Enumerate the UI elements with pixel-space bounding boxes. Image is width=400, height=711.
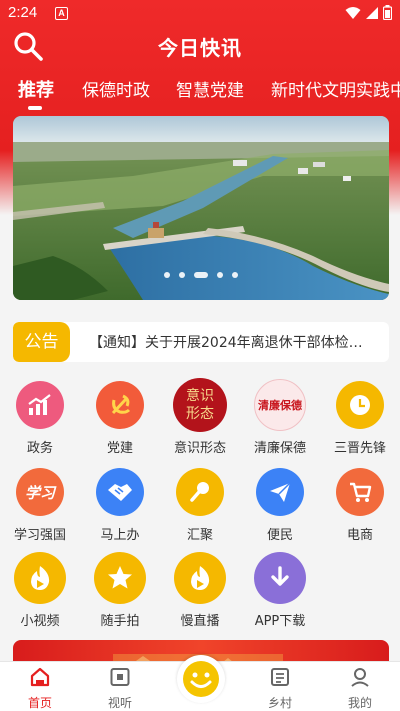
nav-profile[interactable]: 我的: [330, 666, 390, 711]
paper-plane-icon: [256, 468, 304, 516]
chart-icon: [16, 381, 64, 429]
service-label: 马上办: [100, 528, 140, 543]
announcement-tag: 公告: [13, 322, 70, 362]
wifi-icon: [345, 6, 361, 19]
profile-icon: [351, 668, 369, 687]
category-tabs: 推荐 保德时政 智慧党建 新时代文明实践中心: [0, 72, 400, 112]
service-label: 便民: [266, 528, 293, 543]
study-icon: 学习: [16, 468, 64, 516]
app-header: 今日快讯: [0, 28, 400, 64]
star-icon: [94, 552, 146, 604]
service-study[interactable]: 学习 学习强国: [0, 468, 80, 543]
carousel-dot[interactable]: [179, 272, 185, 278]
service-label: 慢直播: [180, 614, 220, 629]
nav-audiovisual[interactable]: 视听: [90, 666, 150, 711]
service-label: 政务: [26, 441, 53, 456]
tab-indicator: [28, 106, 42, 110]
service-label: 清廉保德: [253, 441, 306, 456]
service-ideology[interactable]: 意识 形态 意识形态: [160, 378, 240, 456]
service-instant-handle[interactable]: 马上办: [80, 468, 160, 543]
status-bar: 2:24 A: [0, 0, 400, 28]
service-slow-live[interactable]: 慢直播: [160, 552, 240, 629]
nav-label: 首页: [27, 696, 52, 710]
notification-a-icon: A: [55, 7, 68, 20]
app-title: 今日快讯: [158, 36, 242, 60]
service-clean-baode[interactable]: 清廉保德 清廉保德: [240, 379, 320, 456]
carousel-dot-active[interactable]: [194, 272, 208, 278]
service-ecommerce[interactable]: 电商: [320, 468, 400, 543]
system-icons: [345, 5, 392, 20]
nav-label: 视听: [107, 696, 132, 710]
service-label: 三晋先锋: [333, 441, 386, 456]
clock-icon: [336, 381, 384, 429]
handshake-icon: [96, 468, 144, 516]
service-label: 意识形态: [173, 441, 226, 456]
carousel-dot[interactable]: [217, 272, 223, 278]
service-government[interactable]: 政务: [0, 381, 80, 456]
service-label: 随手拍: [100, 614, 140, 629]
nav-label: 我的: [347, 696, 372, 710]
carousel-dot[interactable]: [232, 272, 238, 278]
service-short-video[interactable]: 小视频: [0, 552, 80, 629]
app-screen: 2:24 A 今日快讯 推荐 保德时政 智慧党建 新时代文明实践中心: [0, 0, 400, 711]
tab-recommend[interactable]: 推荐: [18, 76, 54, 102]
announcement-bar[interactable]: 公告 【通知】关于开展2024年离退休干部体检…: [13, 322, 389, 362]
service-label: 汇聚: [186, 528, 213, 543]
announcement-text[interactable]: 【通知】关于开展2024年离退休干部体检…: [89, 332, 379, 352]
nav-home[interactable]: 首页: [10, 666, 70, 711]
signal-icon: [366, 6, 378, 19]
party-emblem-icon: [96, 381, 144, 429]
smiley-icon: [183, 661, 219, 697]
center-smiley-button[interactable]: [177, 655, 225, 703]
download-icon: [254, 552, 306, 604]
carousel-dots: [13, 272, 389, 278]
home-icon: [30, 667, 50, 687]
service-label: 电商: [346, 528, 373, 543]
nav-label: 乡村: [267, 696, 292, 710]
service-label: 学习强国: [13, 528, 66, 543]
ideology-badge-icon: 意识 形态: [173, 378, 227, 432]
service-snapshot[interactable]: 随手拍: [80, 552, 160, 629]
clean-government-icon: 清廉保德: [254, 379, 306, 431]
nav-village[interactable]: 乡村: [250, 666, 310, 711]
service-label: APP下载: [254, 614, 306, 629]
status-time: 2:24: [8, 4, 38, 21]
video-play-icon: [14, 552, 66, 604]
service-app-download[interactable]: APP下载: [240, 552, 320, 629]
battery-icon: [383, 5, 392, 20]
service-label: 党建: [106, 441, 133, 456]
service-party-building[interactable]: 党建: [80, 381, 160, 456]
tab-baode-politics[interactable]: 保德时政: [82, 76, 150, 101]
tab-smart-party[interactable]: 智慧党建: [176, 76, 244, 101]
tab-civilization-center[interactable]: 新时代文明实践中心: [271, 76, 400, 101]
carousel-dot[interactable]: [164, 272, 170, 278]
banner-carousel[interactable]: [13, 116, 389, 300]
live-play-icon: [174, 552, 226, 604]
village-icon: [271, 668, 289, 686]
cart-icon: [336, 468, 384, 516]
service-sanjin-pioneer[interactable]: 三晋先锋: [320, 381, 400, 456]
service-convenience[interactable]: 便民: [240, 468, 320, 543]
service-label: 小视频: [20, 614, 60, 629]
service-gather[interactable]: 汇聚: [160, 468, 240, 543]
microphone-icon: [176, 468, 224, 516]
tv-icon: [110, 668, 130, 686]
